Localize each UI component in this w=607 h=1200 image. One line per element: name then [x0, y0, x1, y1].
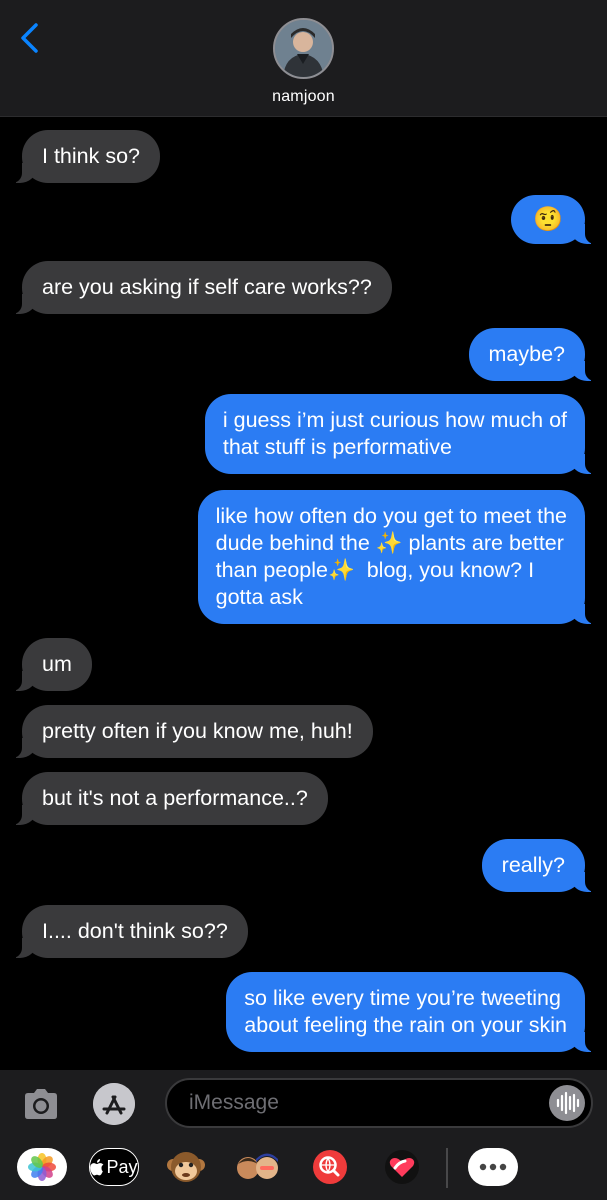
message-bubble-incoming[interactable]: I think so?	[12, 130, 160, 183]
message-bubble-outgoing[interactable]: 🤨	[511, 195, 595, 244]
photos-icon	[28, 1153, 56, 1181]
audio-message-button[interactable]	[549, 1085, 585, 1121]
apple-pay-app-button[interactable]: Pay	[89, 1148, 139, 1186]
apple-pay-label: Pay	[106, 1156, 138, 1177]
app-store-button[interactable]	[93, 1083, 135, 1125]
memoji-icon	[237, 1153, 278, 1179]
message-input[interactable]	[165, 1078, 593, 1128]
message-bubble-incoming[interactable]: but it's not a performance..?	[12, 772, 328, 825]
compose-bar	[0, 1070, 607, 1138]
app-strip-divider	[446, 1148, 448, 1188]
photos-app-button[interactable]	[17, 1148, 67, 1186]
app-store-icon	[93, 1083, 135, 1125]
memoji-app-button[interactable]	[233, 1148, 283, 1186]
chevron-left-icon	[21, 23, 38, 53]
digital-touch-icon	[385, 1150, 419, 1184]
digital-touch-app-button[interactable]	[377, 1148, 427, 1186]
waveform-icon	[556, 1091, 580, 1115]
more-apps-icon	[479, 1163, 507, 1171]
message-bubble-incoming[interactable]: I.... don't think so??	[12, 905, 248, 958]
web-search-icon	[313, 1150, 347, 1184]
message-bubble-incoming[interactable]: um	[12, 638, 92, 691]
message-bubble-outgoing[interactable]: so like every time you’re tweeting about…	[226, 972, 595, 1052]
conversation-header: namjoon	[0, 0, 607, 117]
back-button[interactable]	[14, 18, 48, 58]
message-bubble-outgoing[interactable]: like how often do you get to meet the du…	[197, 490, 596, 624]
apple-icon	[90, 1158, 104, 1175]
message-thread[interactable]: I think so? 🤨 are you asking if self car…	[0, 117, 607, 1070]
message-bubble-outgoing[interactable]: maybe?	[468, 328, 595, 381]
message-bubble-outgoing[interactable]: i guess i’m just curious how much of tha…	[204, 394, 596, 474]
contact-name[interactable]: namjoon	[0, 88, 607, 106]
contact-avatar[interactable]	[273, 18, 334, 79]
camera-button[interactable]	[22, 1088, 60, 1120]
more-apps-button[interactable]	[468, 1148, 518, 1186]
message-bubble-incoming[interactable]: pretty often if you know me, huh!	[12, 705, 373, 758]
camera-icon	[25, 1089, 57, 1119]
avatar-photo-icon	[275, 20, 332, 77]
imessage-app-strip: Pay	[0, 1138, 607, 1200]
web-search-app-button[interactable]	[305, 1148, 355, 1186]
animoji-app-button[interactable]	[161, 1148, 211, 1186]
animoji-icon	[167, 1152, 205, 1182]
message-bubble-incoming[interactable]: are you asking if self care works??	[12, 261, 392, 314]
message-bubble-outgoing[interactable]: really?	[481, 839, 596, 892]
